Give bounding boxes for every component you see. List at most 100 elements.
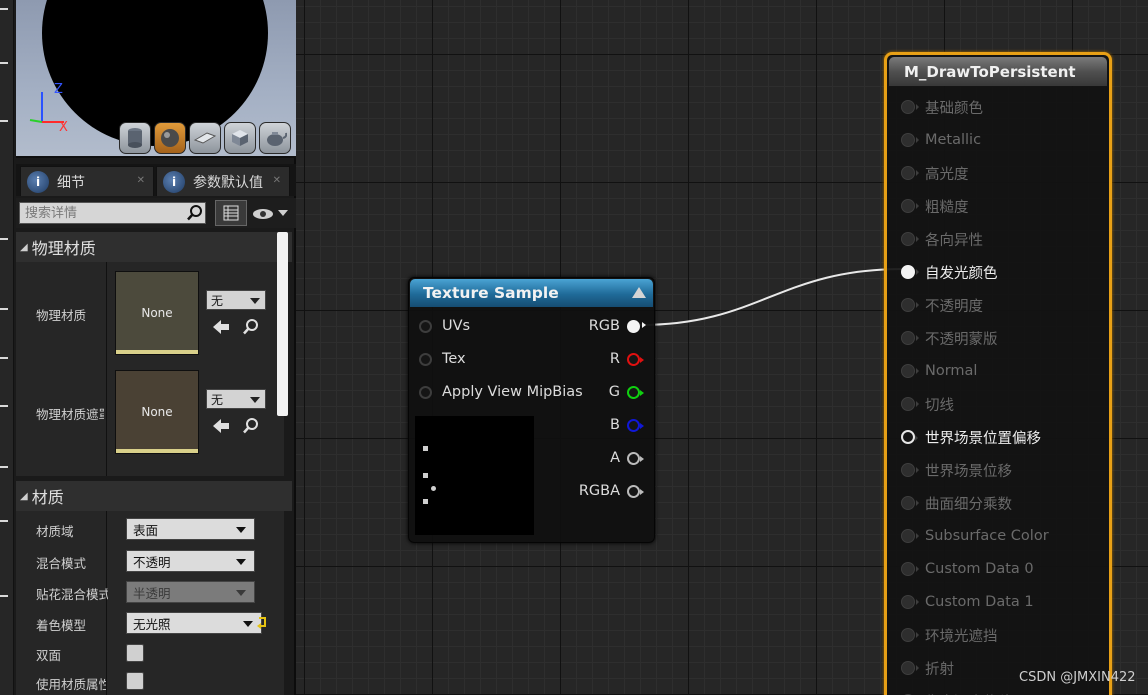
ue-material-editor: Z X i 细节 ✕ i 参数默认值 ✕ 搜索详情 ◢ 物理材质 物理材质 No…	[0, 0, 1148, 695]
property-matrix-button[interactable]	[215, 200, 247, 226]
material-input-pin-row[interactable]: 环境光遮挡	[901, 624, 998, 646]
output-pin-g[interactable]	[627, 386, 644, 399]
material-input-pin-row[interactable]: 基础颜色	[901, 96, 983, 118]
material-input-pin-row[interactable]: 高光度	[901, 162, 969, 184]
reset-to-default-icon[interactable]	[255, 614, 273, 632]
material-input-pin-row[interactable]: 不透明度	[901, 294, 983, 316]
input-pin-icon[interactable]	[901, 529, 919, 543]
decal-blend-mode-label: 贴花混合模式	[36, 587, 108, 602]
input-pin-icon[interactable]	[901, 364, 919, 378]
output-pin-a[interactable]	[627, 452, 644, 465]
phys-material-combo[interactable]: 无	[206, 290, 266, 310]
tab-parameter-defaults[interactable]: i 参数默认值 ✕	[156, 166, 290, 196]
material-result-header[interactable]: M_DrawToPersistent	[889, 57, 1107, 86]
search-input[interactable]	[19, 202, 206, 224]
pin-label: Custom Data 1	[925, 594, 1034, 610]
output-pin-b[interactable]	[627, 419, 644, 432]
browse-search-icon[interactable]	[242, 318, 260, 336]
details-icon: i	[27, 170, 49, 193]
preview-plane-button[interactable]	[189, 122, 221, 154]
shading-model-combo[interactable]: 无光照	[126, 612, 262, 634]
material-input-pin-row[interactable]: Normal	[901, 360, 977, 382]
input-pin-icon[interactable]	[901, 133, 919, 147]
panel-tabs: i 细节 ✕ i 参数默认值 ✕	[16, 164, 296, 196]
input-pin-icon[interactable]	[901, 265, 919, 279]
input-pin-icon[interactable]	[901, 199, 919, 213]
use-selected-arrow-icon[interactable]	[212, 318, 230, 336]
input-pin-icon[interactable]	[901, 595, 919, 609]
material-input-pin-row[interactable]: 折射	[901, 657, 954, 679]
browse-search-icon[interactable]	[242, 417, 260, 435]
material-result-node[interactable]: M_DrawToPersistent 基础颜色 Metallic 高光度粗糙度各向异…	[884, 52, 1112, 695]
input-pin-apply-view-mipbias[interactable]	[419, 386, 432, 399]
pin-label: Normal	[925, 363, 978, 379]
use-selected-arrow-icon[interactable]	[212, 417, 230, 435]
material-input-pin-row[interactable]: Subsurface Color	[901, 525, 1049, 547]
output-pin-rgb[interactable]	[627, 320, 646, 333]
close-icon[interactable]: ✕	[273, 175, 281, 186]
preview-sphere-button[interactable]	[154, 122, 186, 154]
material-input-pin-row[interactable]: Metallic	[901, 129, 981, 151]
texture-sample-header[interactable]: Texture Sample	[410, 279, 653, 307]
input-pin-icon[interactable]	[901, 298, 919, 312]
material-domain-combo[interactable]: 表面	[126, 518, 255, 540]
input-pin-icon[interactable]	[901, 100, 919, 114]
phys-material-mask-thumbnail[interactable]: None	[115, 370, 199, 454]
shading-model-label: 着色模型	[36, 618, 87, 633]
blend-mode-combo[interactable]: 不透明	[126, 550, 255, 572]
close-icon[interactable]: ✕	[137, 175, 145, 186]
input-pin-icon[interactable]	[901, 661, 919, 675]
input-pin-icon[interactable]	[901, 463, 919, 477]
chevron-down-icon	[250, 397, 260, 403]
preview-cylinder-button[interactable]	[119, 122, 151, 154]
material-input-pin-row[interactable]: 自发光颜色	[901, 261, 998, 283]
input-pin-tex[interactable]	[419, 353, 432, 366]
details-scrollbar[interactable]	[277, 232, 288, 416]
material-input-pin-row[interactable]: 像素深度偏移	[901, 690, 1012, 695]
material-input-pin-row[interactable]: 世界场景位移	[901, 459, 1012, 481]
use-material-attributes-checkbox[interactable]	[126, 672, 144, 690]
input-label-apply-view-mipbias: Apply View MipBias	[442, 384, 583, 400]
input-pin-icon[interactable]	[901, 331, 919, 345]
eye-icon	[253, 209, 273, 219]
material-input-pin-row[interactable]: 切线	[901, 393, 954, 415]
material-input-pin-row[interactable]: 曲面细分乘数	[901, 492, 1012, 514]
two-sided-checkbox[interactable]	[126, 644, 144, 662]
phys-material-thumbnail[interactable]: None	[115, 271, 199, 355]
preview-teapot-button[interactable]	[259, 122, 291, 154]
phys-material-mask-combo[interactable]: 无	[206, 389, 266, 409]
search-icon[interactable]	[186, 204, 204, 222]
chevron-down-icon	[250, 298, 260, 304]
collapse-triangle-icon[interactable]	[632, 287, 646, 298]
input-pin-icon[interactable]	[901, 166, 919, 180]
material-input-pin-row[interactable]: 世界场景位置偏移	[901, 426, 1041, 448]
input-pin-icon[interactable]	[901, 232, 919, 246]
axis-z-label: Z	[54, 82, 63, 97]
section-material[interactable]: ◢ 材质	[16, 481, 292, 511]
combo-value: 不透明	[133, 554, 171, 570]
preview-cube-button[interactable]	[224, 122, 256, 154]
column-divider[interactable]	[106, 262, 107, 476]
section-physical-material[interactable]: ◢ 物理材质	[16, 232, 292, 262]
preview-viewport[interactable]: Z X	[16, 0, 296, 158]
output-pin-rgba[interactable]	[627, 485, 644, 498]
material-input-pin-row[interactable]: 不透明蒙版	[901, 327, 998, 349]
input-pin-icon[interactable]	[901, 397, 919, 411]
input-pin-icon[interactable]	[901, 562, 919, 576]
search-row	[16, 198, 296, 228]
texture-sample-node[interactable]: Texture Sample UVs Tex Apply View MipBia…	[408, 277, 655, 543]
material-input-pin-row[interactable]: 粗糙度	[901, 195, 969, 217]
material-input-pin-row[interactable]: Custom Data 0	[901, 558, 1034, 580]
view-options-button[interactable]	[252, 204, 292, 224]
input-pin-icon[interactable]	[901, 628, 919, 642]
material-input-pin-row[interactable]: Custom Data 1	[901, 591, 1034, 613]
pin-label: Subsurface Color	[925, 528, 1049, 544]
input-pin-uvs[interactable]	[419, 320, 432, 333]
column-divider[interactable]	[106, 511, 107, 695]
material-input-pin-row[interactable]: 各向异性	[901, 228, 983, 250]
output-pin-r[interactable]	[627, 353, 644, 366]
tab-details[interactable]: i 细节 ✕	[20, 166, 154, 196]
plane-icon	[193, 132, 217, 144]
input-pin-icon[interactable]	[901, 496, 919, 510]
input-pin-icon[interactable]	[901, 430, 918, 444]
